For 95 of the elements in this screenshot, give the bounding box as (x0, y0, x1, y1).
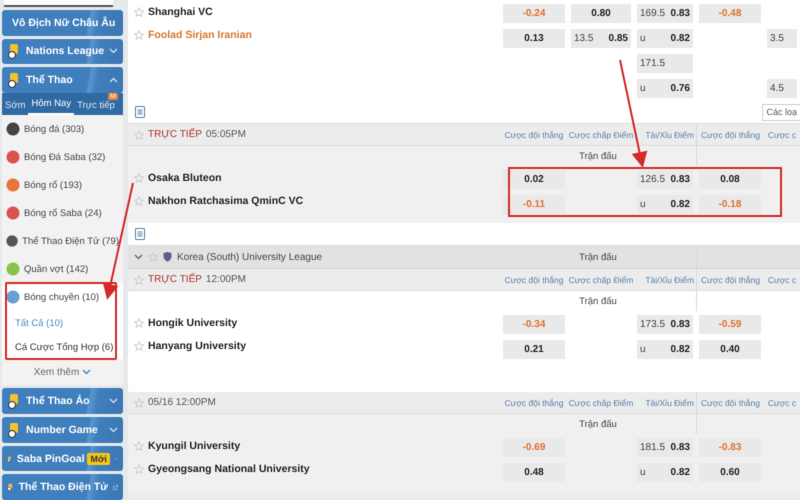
odds-button[interactable]: 0.02 (503, 170, 565, 188)
star-icon[interactable] (134, 30, 144, 40)
market-label: Trận đấu (579, 150, 617, 162)
odds-button[interactable]: u 0.82 (637, 462, 693, 482)
column-header: Cược c (766, 274, 798, 286)
column-header: Tài/Xỉu Điểm (644, 274, 695, 286)
team-name: Nakhon Ratchasima QminC VC (148, 194, 304, 206)
odds-button[interactable]: u 0.82 (637, 194, 693, 214)
sport-item[interactable]: Bóng đá (303) (2, 115, 123, 144)
odds-button[interactable]: 169.5 0.83 (637, 4, 693, 22)
team-name: Hongik University (148, 316, 238, 328)
odds-button[interactable]: u 0.82 (637, 28, 693, 48)
team-name: Hanyang University (148, 340, 246, 352)
column-header: Cược đội thắng (504, 274, 564, 287)
odds-button[interactable]: 0.13 (503, 28, 565, 48)
live-label: TRỰC TIẾP (148, 129, 202, 140)
odds-button[interactable]: u 0.82 (637, 340, 693, 358)
column-header: Cược c (766, 128, 798, 142)
sport-item[interactable]: Quần vợt (142) (2, 255, 123, 284)
odds-button[interactable]: 181.5 0.83 (637, 438, 693, 456)
team-name: Foolad Sirjan Iranian (148, 28, 252, 40)
team-name: Gyeongsang National University (148, 462, 310, 474)
odds-button[interactable]: 126.5 0.83 (637, 170, 693, 188)
star-icon[interactable] (134, 340, 144, 350)
star-icon[interactable] (134, 6, 144, 16)
live-label: TRỰC TIẾP (148, 274, 202, 285)
star-icon[interactable] (134, 398, 144, 408)
chevron-up-icon (109, 76, 118, 83)
star-icon[interactable] (134, 464, 144, 474)
column-header: Cược đội thắng (696, 124, 764, 145)
tab[interactable]: Sớm (2, 92, 28, 116)
column-header: Cược đội thắng (696, 269, 764, 290)
search-field[interactable] (4, 0, 113, 7)
odds-button[interactable]: 173.5 0.83 (637, 314, 693, 334)
market-label: Trận đấu (579, 252, 617, 262)
new-badge: Mới (87, 452, 110, 465)
list-icon[interactable] (135, 228, 145, 240)
shield-icon (163, 252, 172, 262)
sport-item[interactable]: Thể Thao Điện Tử (79) (2, 227, 123, 256)
column-header: Tài/Xỉu Điểm (644, 396, 695, 410)
list-icon[interactable] (135, 106, 145, 118)
column-header: Cược c (766, 396, 798, 410)
star-icon[interactable] (134, 318, 144, 328)
star-icon[interactable] (134, 440, 144, 450)
show-more-link[interactable]: Xem thêm (2, 359, 123, 386)
chevron-down-icon (109, 48, 118, 54)
star-icon[interactable] (134, 196, 144, 206)
match-time: 12:00PM (206, 274, 246, 285)
column-header: Cược chấp Điểm (568, 396, 634, 410)
column-header: Cược đội thắng (504, 128, 564, 142)
match-time: 05/16 12:00PM (148, 397, 216, 408)
odds-button[interactable]: 0.21 (503, 340, 565, 358)
column-header: Cược chấp Điểm (568, 274, 634, 287)
odds-button[interactable]: 0.60 (699, 462, 761, 482)
odds-button[interactable]: 13.5 0.85 (571, 28, 631, 48)
sub-item[interactable]: Cá Cược Tổng Hợp (6) (2, 335, 123, 360)
odds-button[interactable]: 0.40 (699, 340, 761, 358)
sport-item[interactable]: Bóng rổ (193) (2, 171, 123, 200)
category-header[interactable]: Number Game (2, 417, 123, 443)
sport-item[interactable]: Bóng rổ Saba (24) (2, 199, 123, 228)
odds-button[interactable]: 3.5 (767, 28, 797, 48)
match-time: 05:05PM (206, 129, 246, 140)
category-header[interactable]: Thể Thao (2, 67, 123, 93)
team-name: Kyungil University (148, 440, 240, 452)
star-icon[interactable] (134, 130, 144, 140)
chevron-down-icon (109, 426, 118, 433)
star-icon[interactable] (134, 172, 144, 182)
column-header: Tài/Xỉu Điểm (644, 128, 695, 142)
market-label: Trận đấu (579, 418, 617, 430)
category-header[interactable]: Thể Thao Điện Tử (2, 474, 123, 500)
star-icon[interactable] (148, 252, 158, 262)
sport-item[interactable]: Bóng chuyền (10) (2, 283, 123, 312)
team-name: Shanghai VC (148, 6, 213, 18)
chevron-down-icon (82, 369, 92, 376)
odds-button[interactable]: 0.80 (571, 4, 631, 22)
league-name: Korea (South) University League (177, 252, 322, 262)
market-types-button[interactable]: Các loạ (762, 104, 800, 120)
odds-button[interactable]: 0.08 (699, 170, 761, 188)
odds-button[interactable]: 4.5 (767, 78, 797, 98)
column-header: Cược đội thắng (696, 392, 764, 413)
chevron-down-icon (109, 398, 118, 404)
category-header[interactable]: Nations League (2, 38, 123, 64)
odds-button[interactable]: u 0.76 (637, 78, 693, 98)
sub-item[interactable]: Tất Cả (10) (2, 311, 123, 336)
odds-button[interactable]: 0.48 (503, 462, 565, 482)
market-label: Trận đấu (579, 296, 617, 306)
category-header[interactable]: Saba PinGoal Mới (2, 446, 123, 472)
category-header[interactable]: Thể Thao Ảo (2, 388, 123, 414)
column-header: Cược chấp Điểm (568, 128, 634, 142)
category-header[interactable]: Vô Địch Nữ Châu Âu (2, 10, 123, 36)
star-icon[interactable] (134, 274, 144, 284)
team-name: Osaka Bluteon (148, 172, 222, 184)
sport-item[interactable]: Bóng Đá Saba (32) (2, 143, 123, 172)
odds-button[interactable]: 171.5 (637, 54, 693, 72)
column-header: Cược đội thắng (504, 396, 564, 410)
